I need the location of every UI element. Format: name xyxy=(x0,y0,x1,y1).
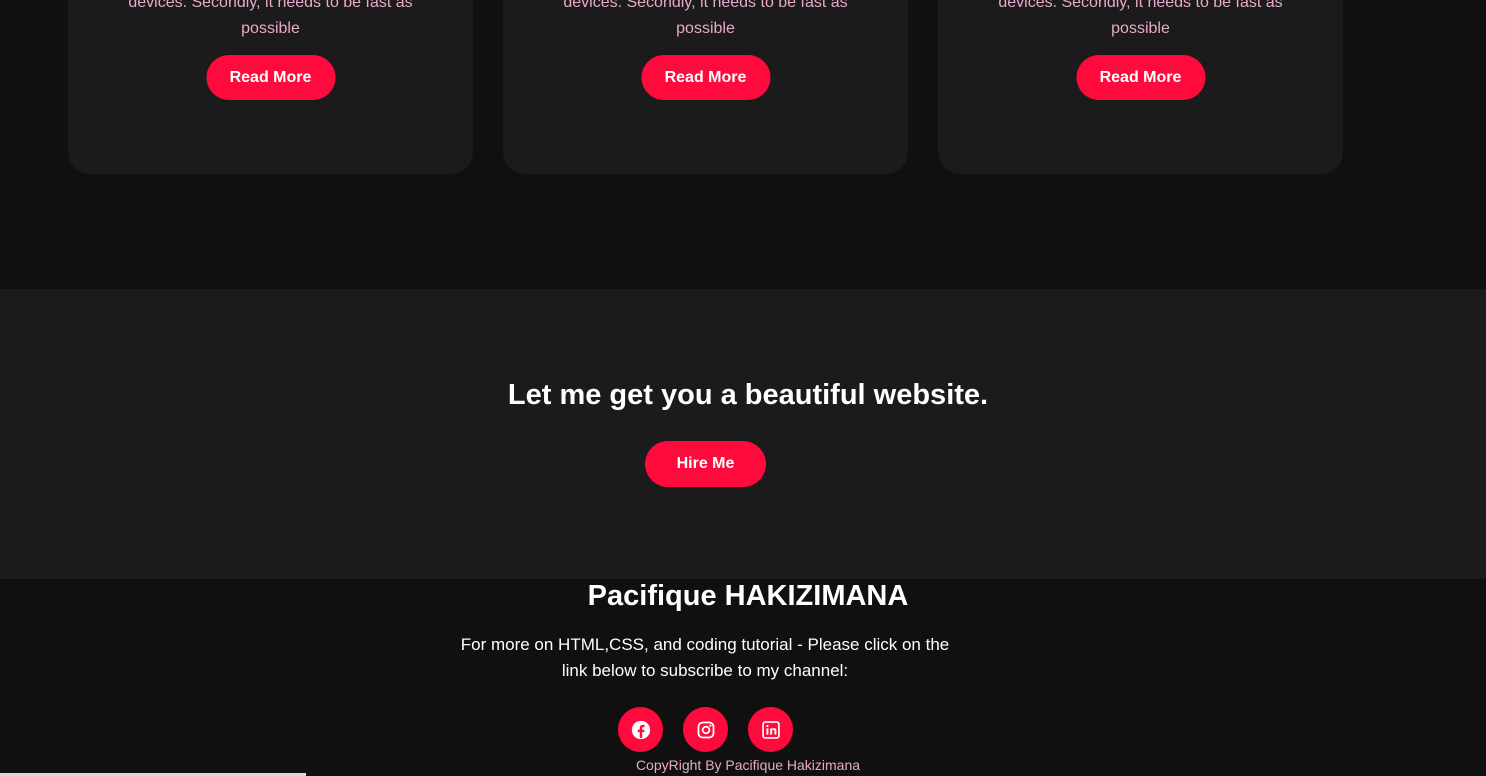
service-card-description: devices. Secondly, it needs to be fast a… xyxy=(978,0,1303,42)
footer-subscribe-line: For more on HTML,CSS, and coding tutoria… xyxy=(460,635,950,654)
service-card-description-line: possible xyxy=(676,20,735,37)
read-more-button[interactable]: Read More xyxy=(206,55,335,100)
service-card-description-line: devices. Secondly, it needs to be fast a… xyxy=(128,0,413,11)
service-card: devices. Secondly, it needs to be fast a… xyxy=(68,0,473,174)
instagram-link[interactable] xyxy=(683,707,728,752)
instagram-icon xyxy=(697,721,714,738)
service-card-description-line: possible xyxy=(241,20,300,37)
service-card-description-line: devices. Secondly, it needs to be fast a… xyxy=(563,0,848,11)
footer-name: Pacifique HAKIZIMANA xyxy=(587,580,909,612)
hire-me-button[interactable]: Hire Me xyxy=(645,441,766,487)
service-card-description: devices. Secondly, it needs to be fast a… xyxy=(543,0,868,42)
service-card-description-line: possible xyxy=(1111,20,1170,37)
read-more-button[interactable]: Read More xyxy=(1076,55,1205,100)
copyright-text: CopyRight By Pacifique Hakizimana xyxy=(635,757,861,773)
facebook-icon xyxy=(631,720,650,739)
service-card: devices. Secondly, it needs to be fast a… xyxy=(503,0,908,174)
linkedin-link[interactable] xyxy=(748,707,793,752)
linkedin-icon xyxy=(761,720,780,739)
service-card: devices. Secondly, it needs to be fast a… xyxy=(938,0,1343,174)
footer: Pacifique HAKIZIMANA For more on HTML,CS… xyxy=(0,579,1486,776)
page: devices. Secondly, it needs to be fast a… xyxy=(0,0,1486,776)
cta-heading: Let me get you a beautiful website. xyxy=(507,379,989,411)
social-links xyxy=(618,707,798,752)
read-more-button[interactable]: Read More xyxy=(641,55,770,100)
facebook-link[interactable] xyxy=(618,707,663,752)
footer-subscribe-text: For more on HTML,CSS, and coding tutoria… xyxy=(455,632,955,684)
footer-subscribe-line: link below to subscribe to my channel: xyxy=(561,661,849,680)
services-section: devices. Secondly, it needs to be fast a… xyxy=(0,0,1486,289)
hire-cta-section: Let me get you a beautiful website. Hire… xyxy=(0,289,1486,579)
service-card-description: devices. Secondly, it needs to be fast a… xyxy=(108,0,433,42)
service-card-description-line: devices. Secondly, it needs to be fast a… xyxy=(998,0,1283,11)
